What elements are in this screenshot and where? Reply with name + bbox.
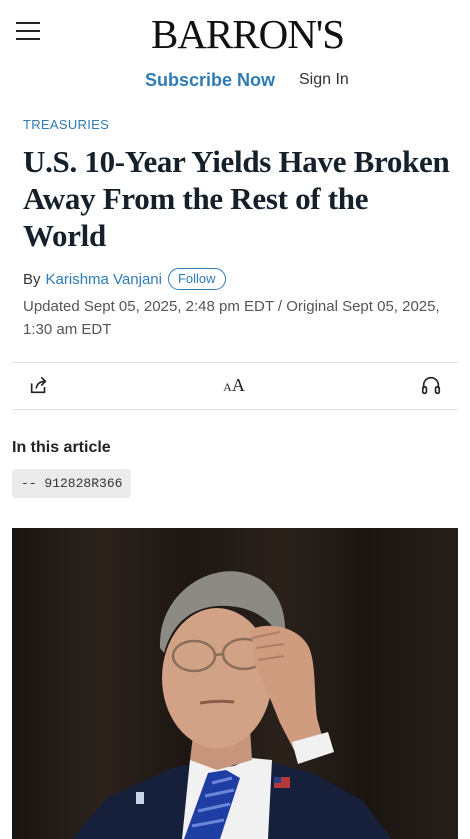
text-size-small-glyph: A: [223, 380, 232, 394]
article-toolbar: AA: [0, 364, 470, 408]
ticker-chip[interactable]: -- 912828R366: [12, 469, 132, 498]
article-headline: U.S. 10-Year Yields Have Broken Away Fro…: [23, 144, 450, 253]
subscribe-button[interactable]: Subscribe Now: [145, 70, 275, 91]
author-link[interactable]: Karishma Vanjani: [46, 271, 162, 288]
divider: [12, 409, 458, 410]
in-this-article-heading: In this article: [12, 439, 111, 456]
follow-button[interactable]: Follow: [167, 268, 226, 290]
article-hero-image[interactable]: [12, 528, 458, 839]
menu-icon[interactable]: [16, 20, 40, 42]
text-size-large-glyph: A: [231, 375, 245, 395]
article-dates: Updated Sept 05, 2025, 2:48 pm EDT / Ori…: [23, 298, 440, 338]
portrait-illustration: [72, 571, 392, 839]
byline: By Karishma Vanjani Follow: [23, 267, 226, 291]
subscribe-row: Subscribe Now Sign In: [0, 68, 470, 94]
headphones-icon[interactable]: [420, 374, 446, 398]
byline-prefix: By: [23, 270, 41, 288]
sign-in-link[interactable]: Sign In: [299, 71, 349, 89]
section-kicker[interactable]: TREASURIES: [23, 117, 109, 132]
text-size-icon[interactable]: AA: [221, 374, 247, 398]
top-bar: BARRON'S: [0, 0, 470, 64]
divider: [12, 362, 458, 363]
barrons-logo[interactable]: BARRON'S: [140, 10, 355, 58]
share-icon[interactable]: [28, 374, 54, 398]
